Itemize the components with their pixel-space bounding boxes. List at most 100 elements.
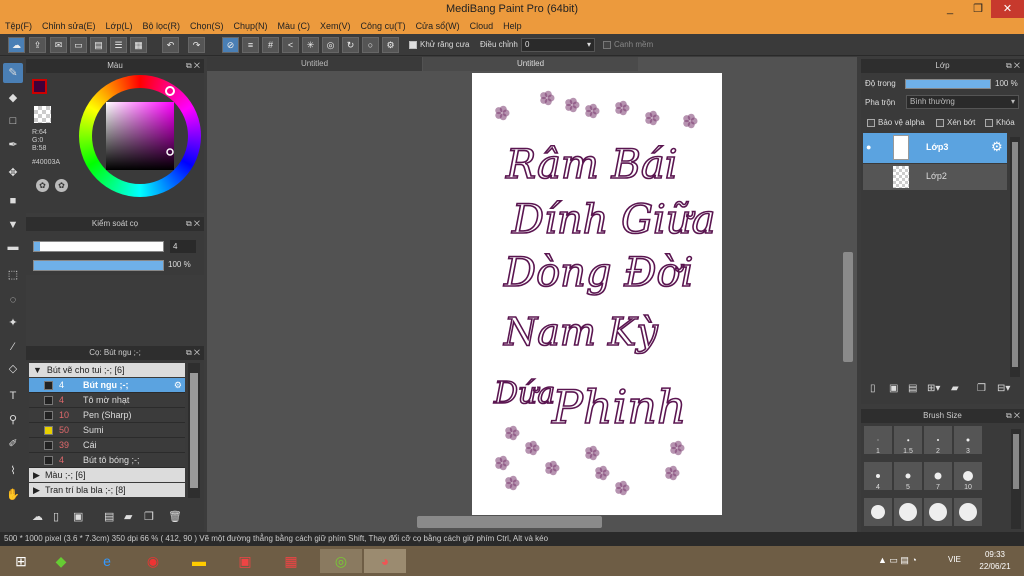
adjust-dropdown[interactable]: 0 ▾ <box>521 38 595 52</box>
menu-color[interactable]: Màu (C) <box>273 18 316 34</box>
menu-edit[interactable]: Chỉnh sửa(E) <box>37 18 101 34</box>
brush-settings-icon[interactable]: ▤ <box>104 510 114 523</box>
brush-size-cell[interactable]: 1.5 <box>893 425 923 455</box>
clip-toggle[interactable]: Xén bớt <box>936 118 975 127</box>
list-icon[interactable]: ☰ <box>110 37 127 53</box>
layer-row-lop2[interactable]: Lớp2 <box>863 164 1007 190</box>
pen-tool-icon[interactable]: ✒ <box>3 135 23 155</box>
folder-icon[interactable]: ▰ <box>124 510 132 523</box>
document-icon[interactable]: ▤ <box>90 37 107 53</box>
snap-cross-icon[interactable]: # <box>262 37 279 53</box>
brush-size-cell[interactable] <box>953 497 983 527</box>
panel-close-icon[interactable]: ⧉ ✕ <box>186 346 200 360</box>
brush-size-cell[interactable]: 4 <box>863 461 893 491</box>
close-button[interactable]: ✕ <box>991 0 1024 18</box>
snap-vanish-icon[interactable]: < <box>282 37 299 53</box>
menu-window[interactable]: Cửa sổ(W) <box>411 18 465 34</box>
color-wheel[interactable] <box>79 75 201 197</box>
brush-size-cell[interactable]: 2 <box>923 425 953 455</box>
menu-select[interactable]: Chọn(S) <box>185 18 229 34</box>
brush-group-2[interactable]: ▶ Màu ;-; [6] <box>29 468 185 482</box>
lock-toggle[interactable]: Khóa <box>985 118 1015 127</box>
undo-icon[interactable]: ↶ <box>162 37 179 53</box>
brush-size-cell[interactable] <box>863 497 893 527</box>
menu-layer[interactable]: Lớp(L) <box>101 18 138 34</box>
snap-soft-toggle[interactable]: Canh mềm <box>603 40 653 49</box>
brush-item[interactable]: 39 Cái <box>29 438 185 453</box>
paint-app-icon[interactable]: ◕ <box>364 549 406 573</box>
panel-close-icon[interactable]: ⧉ ✕ <box>186 217 200 231</box>
hand-tool-icon[interactable]: ✋ <box>3 485 23 505</box>
layer-settings-gear-icon[interactable]: ⚙ <box>991 139 1003 155</box>
cloud-icon[interactable]: ☁ <box>8 37 25 53</box>
brush-size-scrollbar[interactable] <box>1011 429 1021 529</box>
brush-size-cell[interactable]: 10 <box>953 461 983 491</box>
new-layer-icon[interactable]: ▯ <box>870 383 876 394</box>
windows-start-icon[interactable]: ⊞ <box>4 549 38 573</box>
upload-icon[interactable]: ⇪ <box>29 37 46 53</box>
divide-tool-icon[interactable]: ⚲ <box>3 410 23 430</box>
brush-size-value[interactable]: 4 <box>170 240 196 253</box>
brush-opacity-slider[interactable] <box>33 260 164 271</box>
clip-checkbox[interactable] <box>936 118 944 127</box>
brush-item[interactable]: 4 Bút ngu ;-; ⚙ <box>29 378 185 393</box>
transparent-swatch[interactable] <box>34 106 51 123</box>
bucket-tool-icon[interactable]: ▼ <box>3 215 23 235</box>
blur-tool-icon[interactable]: ✐ <box>3 434 23 454</box>
brush-item[interactable]: 4 Bút tô bóng ;-; <box>29 453 185 468</box>
menu-cloud[interactable]: Cloud <box>465 18 499 34</box>
brush-size-cell[interactable] <box>893 497 923 527</box>
grid-icon[interactable]: ▦ <box>130 37 147 53</box>
brush-item[interactable]: 50 Sumi <box>29 423 185 438</box>
menu-tools[interactable]: Công cụ(T) <box>356 18 411 34</box>
office-icon[interactable]: ▣ <box>228 549 262 573</box>
lasso-icon[interactable]: ◌ <box>3 290 23 310</box>
eye-icon[interactable]: ● <box>866 142 871 152</box>
palette-icon[interactable]: ✿ <box>36 179 49 192</box>
internet-explorer-icon[interactable]: e <box>90 549 124 573</box>
duplicate-icon[interactable]: ❐ <box>144 510 154 523</box>
brush-size-cell[interactable]: 5 <box>893 461 923 491</box>
select-eraser-icon[interactable]: ◇ <box>3 359 23 379</box>
add-brush-icon[interactable]: ▣ <box>73 510 83 523</box>
tab-untitled-2[interactable]: Untitled <box>423 57 638 71</box>
canvas-paper[interactable]: Râm Bái Dính Giữa Dòng Đời Nam Kỳ Dứa Ph… <box>472 73 722 515</box>
maximize-button[interactable]: ❐ <box>965 0 991 18</box>
settings-gear-icon[interactable]: ⚙ <box>382 37 399 53</box>
eyedropper-icon[interactable]: ⌇ <box>3 461 23 481</box>
brush-settings-gear-icon[interactable]: ⚙ <box>174 378 182 393</box>
bluestacks-icon[interactable]: ◆ <box>44 549 78 573</box>
redo-icon[interactable]: ↷ <box>188 37 205 53</box>
menu-file[interactable]: Tệp(F) <box>0 18 37 34</box>
cloud-brush-icon[interactable]: ☁ <box>32 510 43 523</box>
panel-close-icon[interactable]: ⧉ ✕ <box>1006 409 1020 423</box>
panel-close-icon[interactable]: ⧉ ✕ <box>1006 59 1020 73</box>
dot-tool-icon[interactable]: □ <box>3 111 23 131</box>
comment-icon[interactable]: ✉ <box>50 37 67 53</box>
medibang-icon[interactable]: ◎ <box>320 549 362 573</box>
add-1bit-layer-icon[interactable]: ▤ <box>908 383 917 394</box>
move-tool-icon[interactable]: ✥ <box>3 163 23 183</box>
alpha-checkbox[interactable] <box>867 118 875 127</box>
minimize-button[interactable]: _ <box>937 0 963 18</box>
menu-view[interactable]: Xem(V) <box>315 18 356 34</box>
primary-color-swatch[interactable] <box>32 79 47 94</box>
menu-filter[interactable]: Bộ lọc(R) <box>137 18 185 34</box>
snap-parallel-icon[interactable]: ≡ <box>242 37 259 53</box>
new-brush-icon[interactable]: ▯ <box>53 510 59 523</box>
tab-untitled-1[interactable]: Untitled <box>207 57 422 71</box>
horizontal-scrollbar[interactable] <box>417 516 602 528</box>
menu-snap[interactable]: Chụp(N) <box>229 18 273 34</box>
snap-curve-icon[interactable]: ↻ <box>342 37 359 53</box>
brush-size-cell[interactable]: 1 <box>863 425 893 455</box>
snap-circle-icon[interactable]: ◎ <box>322 37 339 53</box>
antialias-checkbox[interactable] <box>409 40 417 49</box>
panel-close-icon[interactable]: ⧉ ✕ <box>186 59 200 73</box>
layer-scrollbar[interactable] <box>1010 137 1020 377</box>
snap-ellipse-icon[interactable]: ○ <box>362 37 379 53</box>
app-icon[interactable]: ▦ <box>274 549 308 573</box>
brush-size-cell[interactable] <box>923 497 953 527</box>
alpha-protect-toggle[interactable]: Bảo vệ alpha <box>867 118 925 127</box>
brush-item[interactable]: 10 Pen (Sharp) <box>29 408 185 423</box>
chat-icon[interactable]: ▭ <box>70 37 87 53</box>
